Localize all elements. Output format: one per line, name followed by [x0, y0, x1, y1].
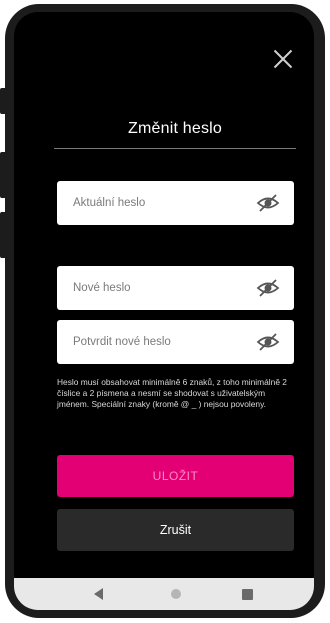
home-circle-icon[interactable] [171, 589, 181, 599]
recents-square-icon[interactable] [242, 589, 253, 600]
password-requirements-hint: Heslo musí obsahovat minimálně 6 znaků, … [57, 377, 287, 409]
eye-off-icon[interactable] [256, 332, 280, 352]
dialog-title: Změnit heslo [128, 120, 222, 137]
side-button [0, 152, 7, 198]
new-password-placeholder: Nové heslo [73, 282, 131, 294]
eye-off-icon[interactable] [256, 193, 280, 213]
new-password-field[interactable]: Nové heslo [57, 266, 294, 310]
android-navigation-bar [14, 578, 314, 610]
close-icon[interactable] [270, 46, 296, 72]
cancel-button[interactable]: Zrušit [57, 509, 294, 551]
current-password-field[interactable]: Aktuální heslo [57, 181, 294, 225]
current-password-placeholder: Aktuální heslo [73, 197, 146, 209]
title-divider [54, 148, 296, 149]
side-button [0, 212, 7, 258]
eye-off-icon[interactable] [256, 278, 280, 298]
back-triangle-icon[interactable] [94, 588, 103, 600]
save-button[interactable]: ULOŽIT [57, 455, 294, 497]
confirm-password-placeholder: Potvrdit nové heslo [73, 336, 171, 348]
confirm-password-field[interactable]: Potvrdit nové heslo [57, 320, 294, 364]
side-button [0, 88, 7, 114]
